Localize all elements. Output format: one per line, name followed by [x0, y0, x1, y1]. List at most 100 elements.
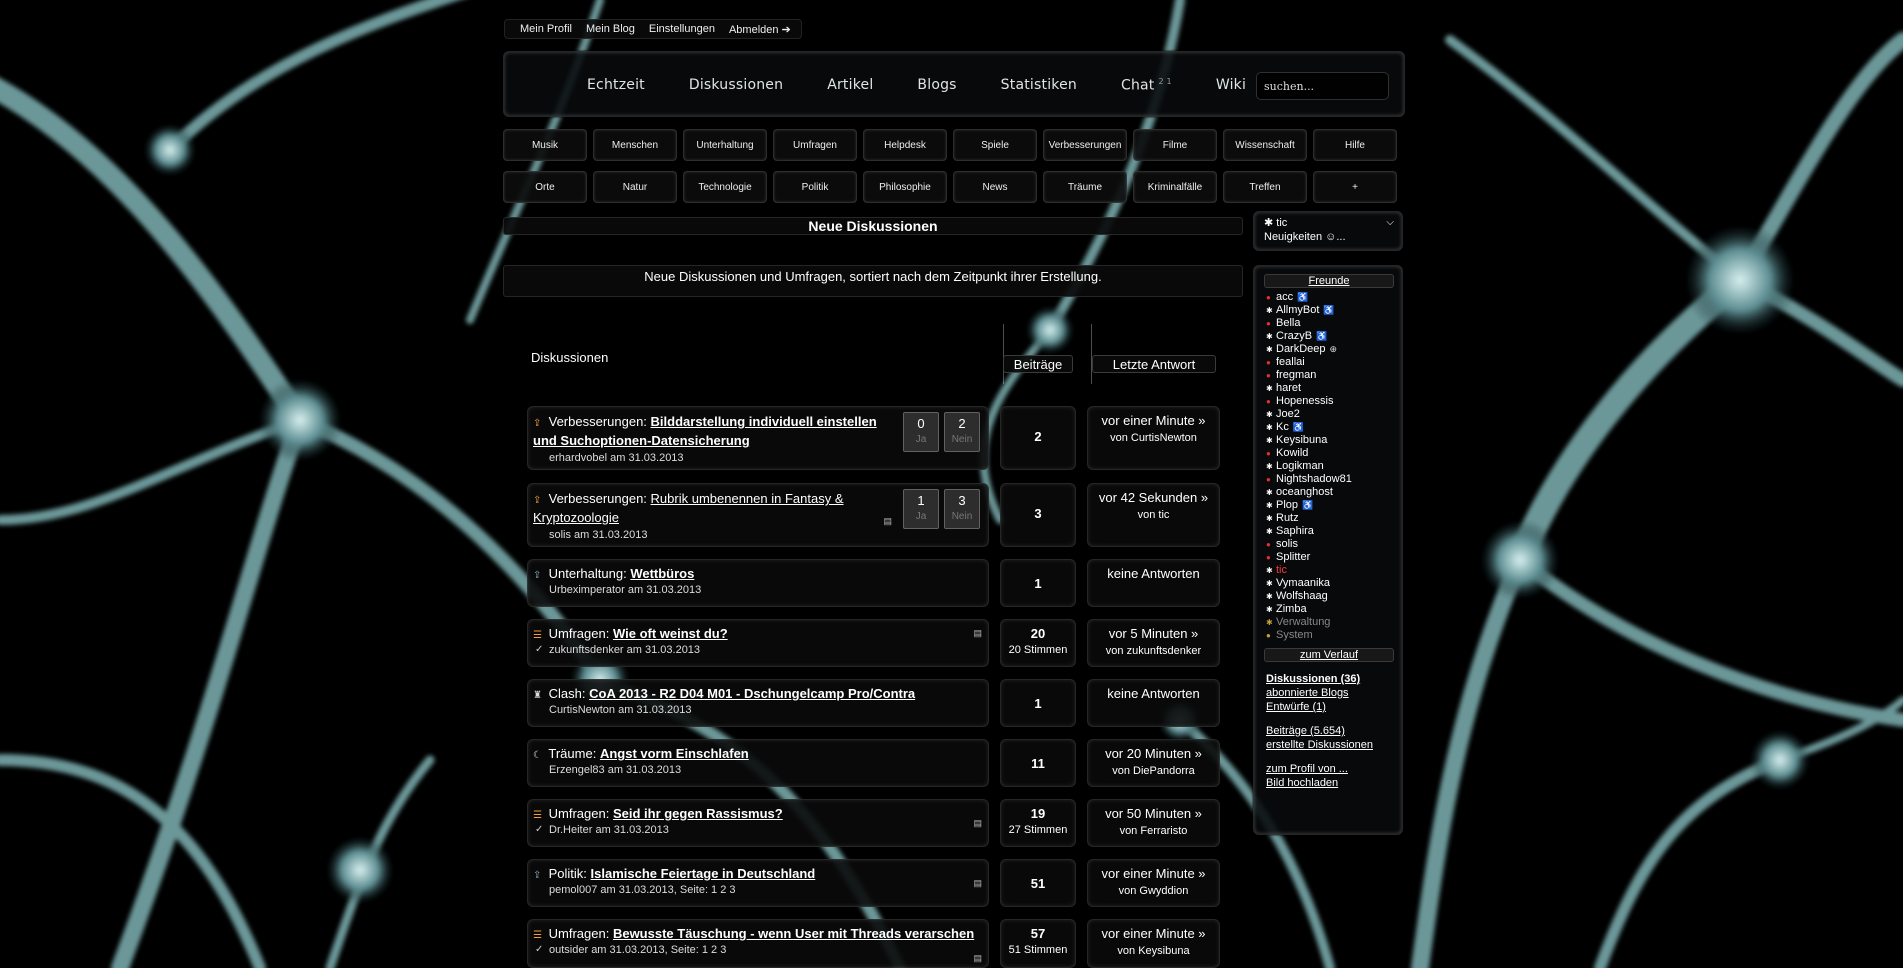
category-filme[interactable]: Filme [1133, 129, 1217, 161]
last-reply-link[interactable]: vor 42 Sekunden » [1088, 490, 1219, 505]
friend-item[interactable]: ● solis [1266, 538, 1392, 551]
friend-item[interactable]: ✱ Keysibuna [1266, 434, 1392, 447]
online-user-icon: ✱ [1266, 462, 1273, 471]
link-drafts[interactable]: Entwürfe (1) [1266, 700, 1392, 714]
friend-item[interactable]: ✱ CrazyB ♿ [1266, 330, 1392, 343]
nav-statistiken[interactable]: Statistiken [1001, 77, 1077, 93]
thread-title-link[interactable]: Seid ihr gegen Rassismus? [613, 806, 783, 821]
history-link[interactable]: zum Verlauf [1264, 648, 1394, 662]
offline-user-icon: ● [1266, 358, 1271, 367]
friend-item[interactable]: ✱ Wolfshaag [1266, 590, 1392, 603]
thread-title-link[interactable]: Islamische Feiertage in Deutschland [591, 866, 816, 881]
nav-artikel[interactable]: Artikel [827, 77, 873, 93]
thread-title-link[interactable]: Wie oft weinst du? [613, 626, 728, 641]
friend-item[interactable]: ✱ DarkDeep ⊕ [1266, 343, 1392, 356]
link-upload-image[interactable]: Bild hochladen [1266, 776, 1392, 790]
online-user-icon: ✱ [1266, 345, 1273, 354]
category-musik[interactable]: Musik [503, 129, 587, 161]
vote-no-button[interactable]: 3 Nein [944, 489, 980, 529]
last-reply-link[interactable]: vor 20 Minuten » [1088, 746, 1219, 761]
friend-item[interactable]: ● System [1266, 629, 1392, 642]
friend-item[interactable]: ✱ Rutz [1266, 512, 1392, 525]
friend-item[interactable]: ✱ Logikman [1266, 460, 1392, 473]
category-hilfe[interactable]: Hilfe [1313, 129, 1397, 161]
friend-item[interactable]: ● feallai [1266, 356, 1392, 369]
search-input[interactable] [1256, 72, 1389, 100]
category-treffen[interactable]: Treffen [1223, 171, 1307, 203]
category-natur[interactable]: Natur [593, 171, 677, 203]
category-news[interactable]: News [953, 171, 1037, 203]
nav-chat[interactable]: Chat 2 1 [1121, 77, 1172, 94]
category-kriminalfaelle[interactable]: Kriminalfälle [1133, 171, 1217, 203]
link-profile[interactable]: zum Profil von ... [1266, 762, 1392, 776]
last-reply-link[interactable]: vor 50 Minuten » [1088, 806, 1219, 821]
category-more-button[interactable]: + [1313, 171, 1397, 203]
friend-item[interactable]: ✱ Plop ♿ [1266, 499, 1392, 512]
nav-echtzeit[interactable]: Echtzeit [587, 77, 645, 93]
friend-item[interactable]: ✱ Kc ♿ [1266, 421, 1392, 434]
last-reply-link[interactable]: vor einer Minute » [1088, 413, 1219, 428]
chevron-down-icon[interactable]: ⌵ [1386, 217, 1394, 228]
category-traeume[interactable]: Träume [1043, 171, 1127, 203]
offline-user-icon: ● [1266, 397, 1271, 406]
posts-count: 20 20 Stimmen [1000, 619, 1076, 667]
friend-item[interactable]: ● acc ♿ [1266, 291, 1392, 304]
friend-item[interactable]: ● Kowild [1266, 447, 1392, 460]
vote-yes-button[interactable]: 0 Ja [903, 412, 939, 452]
friend-item[interactable]: ✱ tic [1266, 564, 1392, 577]
friend-item[interactable]: ✱ Verwaltung [1266, 616, 1392, 629]
user-status-box[interactable]: ✱ tic ⌵ Neuigkeiten ☺... [1253, 211, 1403, 251]
user-menu-blog[interactable]: Mein Blog [586, 23, 635, 35]
friend-item[interactable]: ✱ AllmyBot ♿ [1266, 304, 1392, 317]
category-unterhaltung[interactable]: Unterhaltung [683, 129, 767, 161]
friend-item[interactable]: ✱ Vymaanika [1266, 577, 1392, 590]
friend-item[interactable]: ✱ Zimba [1266, 603, 1392, 616]
link-discussions[interactable]: Diskussionen (36) [1266, 672, 1392, 686]
link-created-discussions[interactable]: erstellte Diskussionen [1266, 738, 1392, 752]
friend-item[interactable]: ✱ oceanghost [1266, 486, 1392, 499]
category-philosophie[interactable]: Philosophie [863, 171, 947, 203]
category-verbesserungen[interactable]: Verbesserungen [1043, 129, 1127, 161]
category-spiele[interactable]: Spiele [953, 129, 1037, 161]
link-posts[interactable]: Beiträge (5.654) [1266, 724, 1392, 738]
attachment-icon: ▤ [883, 516, 892, 526]
vote-yes-button[interactable]: 1 Ja [903, 489, 939, 529]
friend-item[interactable]: ✱ haret [1266, 382, 1392, 395]
thread-cell: ☰ Umfragen: Wie oft weinst du? ▤ ✓ zukunf… [527, 619, 989, 667]
posts-number: 19 [1030, 806, 1046, 821]
friends-header-link[interactable]: Freunde [1264, 274, 1394, 288]
user-menu-logout[interactable]: Abmelden ➔ [729, 23, 791, 36]
category-umfragen[interactable]: Umfragen [773, 129, 857, 161]
last-reply-link[interactable]: vor einer Minute » [1088, 866, 1219, 881]
nav-blogs[interactable]: Blogs [917, 77, 956, 93]
friend-item[interactable]: ✱ Joe2 [1266, 408, 1392, 421]
friend-item[interactable]: ● Hopenessis [1266, 395, 1392, 408]
thread-title-link[interactable]: Wettbüros [630, 566, 694, 581]
category-wissenschaft[interactable]: Wissenschaft [1223, 129, 1307, 161]
status-icon: ♿ [1316, 331, 1328, 341]
thread-title-link[interactable]: CoA 2013 - R2 D04 M01 - Dschungelcamp Pr… [589, 686, 915, 701]
link-subscribed-blogs[interactable]: abonnierte Blogs [1266, 686, 1392, 700]
category-orte[interactable]: Orte [503, 171, 587, 203]
user-menu-settings[interactable]: Einstellungen [649, 23, 715, 35]
last-reply-link[interactable]: vor einer Minute » [1088, 926, 1219, 941]
category-helpdesk[interactable]: Helpdesk [863, 129, 947, 161]
nav-diskussionen[interactable]: Diskussionen [689, 77, 783, 93]
last-reply-cell: vor 20 Minuten » von DiePandorra [1087, 739, 1220, 787]
friend-item[interactable]: ● Nightshadow81 [1266, 473, 1392, 486]
thread-title-link[interactable]: Angst vorm Einschlafen [600, 746, 749, 761]
vote-no-button[interactable]: 2 Nein [944, 412, 980, 452]
last-reply-link[interactable]: vor 5 Minuten » [1088, 626, 1219, 641]
friend-item[interactable]: ✱ Saphira [1266, 525, 1392, 538]
user-menu-profile[interactable]: Mein Profil [520, 23, 572, 35]
friend-item[interactable]: ● fregman [1266, 369, 1392, 382]
status-icon: ♿ [1292, 422, 1305, 432]
category-politik[interactable]: Politik [773, 171, 857, 203]
friend-item[interactable]: ● Splitter [1266, 551, 1392, 564]
category-menschen[interactable]: Menschen [593, 129, 677, 161]
friend-item[interactable]: ● Bella [1266, 317, 1392, 330]
thread-title-link[interactable]: Bewusste Täuschung - wenn User mit Threa… [613, 926, 974, 941]
category-technologie[interactable]: Technologie [683, 171, 767, 203]
nav-wiki[interactable]: Wiki [1216, 77, 1246, 93]
